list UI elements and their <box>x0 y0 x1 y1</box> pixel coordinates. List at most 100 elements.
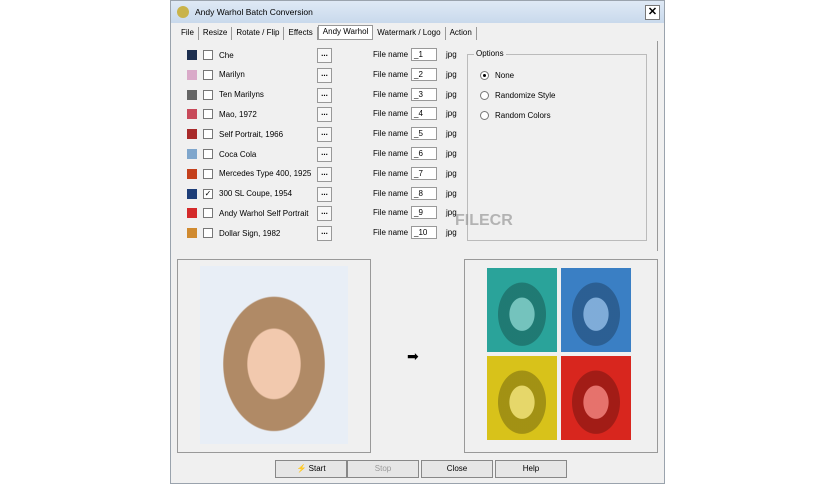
style-label: Ten Marilyns <box>219 90 264 100</box>
style-thumbnail-icon <box>187 69 197 80</box>
arrow-right-icon: ➡ <box>407 348 419 364</box>
browse-button[interactable]: ... <box>317 226 332 242</box>
source-photo <box>200 266 348 444</box>
file-name-label: File name <box>373 188 409 198</box>
tab-action[interactable]: Action <box>446 27 477 40</box>
style-row: Andy Warhol Self Portrait ... File name … <box>177 204 467 222</box>
close-button[interactable]: ✕ <box>645 5 660 20</box>
warhol-quadrant <box>487 268 557 352</box>
file-name-label: File name <box>373 228 409 238</box>
file-name-input[interactable]: _8 <box>411 186 437 200</box>
option-label: Randomize Style <box>495 91 556 100</box>
tab-watermark-logo[interactable]: Watermark / Logo <box>373 27 446 40</box>
browse-button[interactable]: ... <box>317 48 332 63</box>
lightning-icon: ⚡ <box>296 464 307 473</box>
style-label: Mao, 1972 <box>219 109 257 119</box>
extension-label: jpg <box>446 168 457 178</box>
tab-rotate-flip[interactable]: Rotate / Flip <box>232 27 285 40</box>
radio-icon <box>480 71 489 80</box>
browse-button[interactable]: ... <box>317 206 332 222</box>
style-checkbox[interactable] <box>203 109 213 120</box>
file-name-label: File name <box>373 149 409 158</box>
file-name-input[interactable]: _10 <box>411 226 437 240</box>
extension-label: jpg <box>446 149 457 158</box>
radio-icon <box>480 111 489 120</box>
watermark: FILECR <box>455 212 513 229</box>
style-thumbnail-icon <box>187 208 197 219</box>
file-name-label: File name <box>373 129 409 139</box>
style-checkbox[interactable] <box>203 129 213 140</box>
file-name-label: File name <box>373 168 409 178</box>
style-row: Mao, 1972 ... File name _4 jpg <box>177 105 467 123</box>
option-label: Random Colors <box>495 111 551 120</box>
style-checkbox[interactable] <box>203 50 213 60</box>
file-name-input[interactable]: _4 <box>411 107 437 121</box>
andy-warhol-panel: Options None Randomize Style Random Colors… <box>177 41 658 251</box>
tab-effects[interactable]: Effects <box>284 27 318 40</box>
tab-andy-warhol[interactable]: Andy Warhol <box>317 25 374 40</box>
radio-icon <box>480 91 489 100</box>
style-label: 300 SL Coupe, 1954 <box>219 189 293 199</box>
style-thumbnail-icon <box>187 89 197 100</box>
style-row: Ten Marilyns ... File name _3 jpg <box>177 86 467 104</box>
style-row: Self Portrait, 1966 ... File name _5 jpg <box>177 125 467 143</box>
tab-file[interactable]: File <box>177 27 199 40</box>
app-icon <box>177 6 189 18</box>
browse-button[interactable]: ... <box>317 127 332 143</box>
style-row: Mercedes Type 400, 1925 ... File name _7… <box>177 165 467 183</box>
option-label: None <box>495 71 515 80</box>
title-bar: Andy Warhol Batch Conversion ✕ <box>171 1 664 23</box>
file-name-input[interactable]: _3 <box>411 87 437 101</box>
style-checkbox[interactable] <box>203 228 213 239</box>
file-name-input[interactable]: _1 <box>411 48 437 61</box>
style-thumbnail-icon <box>187 149 197 159</box>
file-name-input[interactable]: _9 <box>411 206 437 220</box>
style-checkbox[interactable]: ✓ <box>203 188 213 199</box>
style-thumbnail-icon <box>187 188 197 199</box>
style-checkbox[interactable] <box>203 89 213 100</box>
extension-label: jpg <box>446 69 457 79</box>
file-name-input[interactable]: _5 <box>411 127 437 141</box>
style-thumbnail-icon <box>187 228 197 239</box>
warhol-quadrant <box>561 356 631 440</box>
style-label: Andy Warhol Self Portrait <box>219 208 309 218</box>
help-button[interactable]: Help <box>495 460 567 478</box>
file-name-input[interactable]: _6 <box>411 147 437 160</box>
option-radio[interactable]: None <box>480 71 514 80</box>
file-name-label: File name <box>373 89 409 99</box>
style-checkbox[interactable] <box>203 168 213 179</box>
file-name-label: File name <box>373 208 409 218</box>
style-label: Self Portrait, 1966 <box>219 129 284 139</box>
style-checkbox[interactable] <box>203 149 213 159</box>
style-checkbox[interactable] <box>203 69 213 80</box>
style-checkbox[interactable] <box>203 208 213 219</box>
browse-button[interactable]: ... <box>317 186 332 202</box>
extension-label: jpg <box>446 188 457 198</box>
extension-label: jpg <box>446 109 457 119</box>
style-label: Marilyn <box>219 70 245 80</box>
file-name-label: File name <box>373 109 409 119</box>
tab-bar: File Resize Rotate / Flip Effects Andy Warho… <box>177 25 477 40</box>
browse-button[interactable]: ... <box>317 147 332 162</box>
style-label: Coca Cola <box>219 149 257 159</box>
browse-button[interactable]: ... <box>317 67 332 83</box>
style-label: Mercedes Type 400, 1925 <box>219 169 312 179</box>
extension-label: jpg <box>446 50 457 59</box>
result-preview <box>464 259 658 453</box>
option-radio[interactable]: Random Colors <box>480 111 551 120</box>
warhol-quadrant <box>561 268 631 352</box>
style-thumbnail-icon <box>187 109 197 120</box>
close-dialog-button[interactable]: Close <box>421 460 493 478</box>
start-button[interactable]: ⚡ Start <box>275 460 347 478</box>
window-title: Andy Warhol Batch Conversion <box>195 7 313 17</box>
file-name-input[interactable]: _2 <box>411 67 437 81</box>
browse-button[interactable]: ... <box>317 87 332 103</box>
file-name-input[interactable]: _7 <box>411 166 437 180</box>
browse-button[interactable]: ... <box>317 166 332 182</box>
start-label: Start <box>308 464 326 473</box>
option-radio[interactable]: Randomize Style <box>480 91 555 100</box>
stop-button[interactable]: Stop <box>347 460 419 478</box>
extension-label: jpg <box>446 89 457 99</box>
tab-resize[interactable]: Resize <box>199 27 233 40</box>
browse-button[interactable]: ... <box>317 107 332 123</box>
